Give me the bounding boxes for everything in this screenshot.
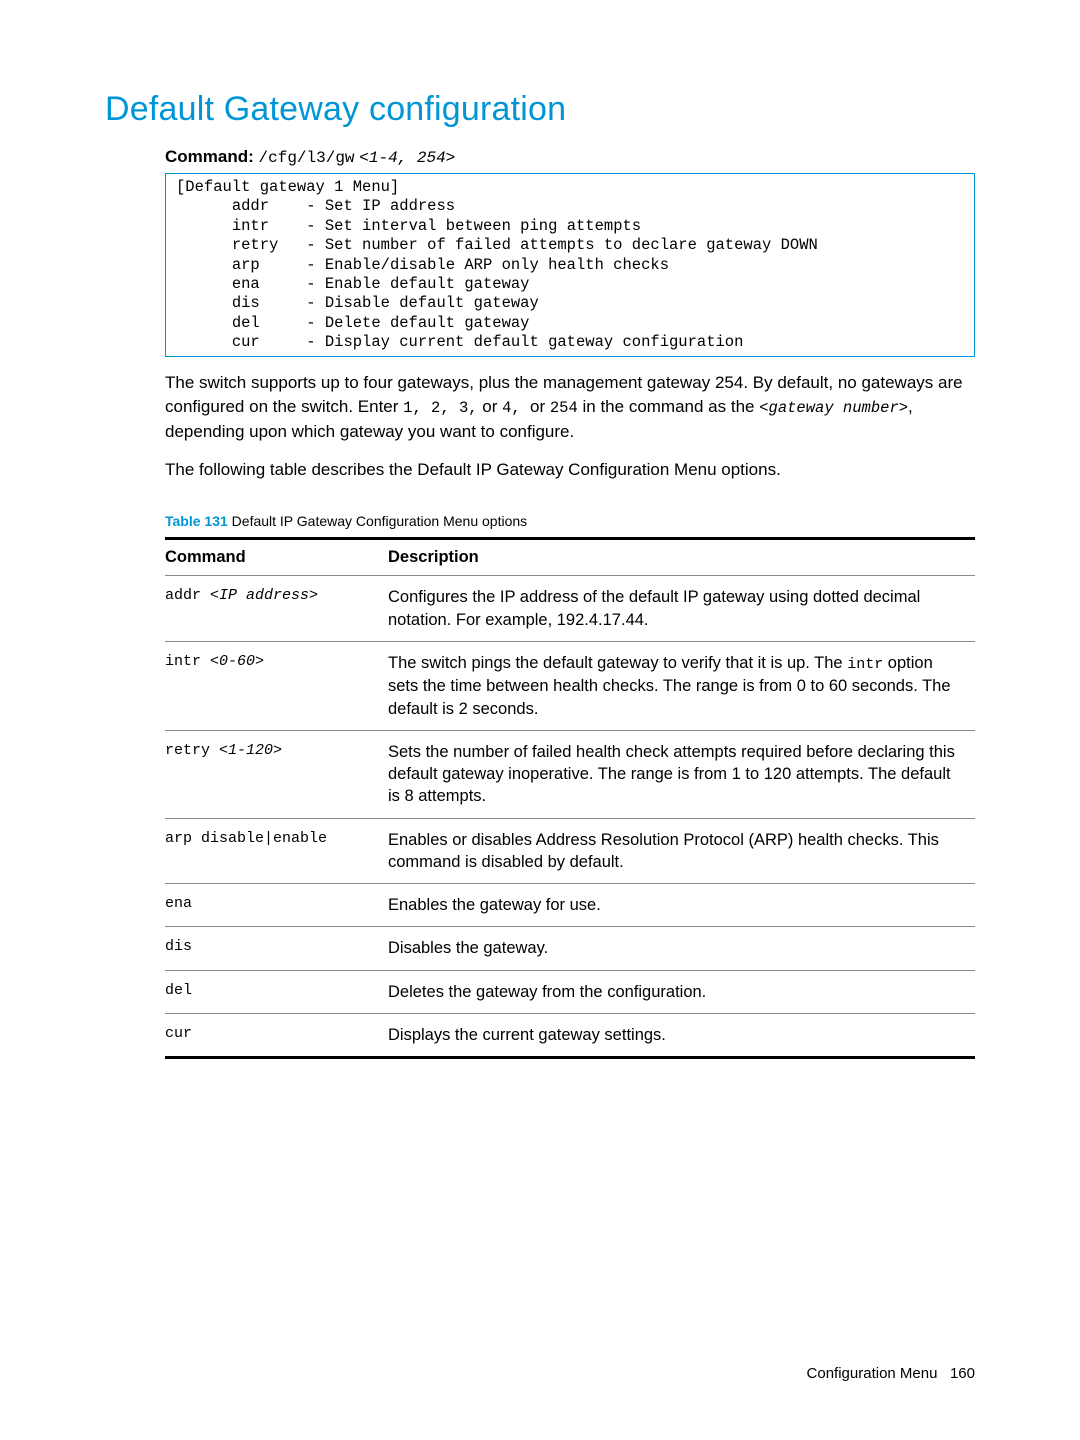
table-row: intr <0-60> The switch pings the default… [165,641,975,730]
cmd-cell: dis [165,927,388,970]
table-row: dis Disables the gateway. [165,927,975,970]
cmd-pre: arp disable|enable [165,830,327,847]
desc-cell: The switch pings the default gateway to … [388,641,975,730]
p1-m3: 254 [550,399,578,417]
menu-key: intr [232,217,269,235]
desc-cell: Disables the gateway. [388,927,975,970]
cmd-pre: dis [165,938,192,955]
menu-key: retry [232,236,279,254]
menu-desc: - Set interval between ping attempts [306,217,641,235]
menu-desc: - Set IP address [306,197,455,215]
menu-key: dis [232,294,260,312]
th-command: Command [165,539,388,576]
desc-cell: Sets the number of failed health check a… [388,730,975,818]
footer-section: Configuration Menu [807,1365,938,1382]
menu-desc: - Enable/disable ARP only health checks [306,256,669,274]
table-caption-text: Default IP Gateway Configuration Menu op… [228,513,527,529]
cmd-arg: <1-120> [219,742,282,759]
table-row: del Deletes the gateway from the configu… [165,970,975,1013]
menu-key: del [232,314,260,332]
cmd-cell: addr <IP address> [165,576,388,642]
cmd-pre: addr [165,587,210,604]
table-row: addr <IP address> Configures the IP addr… [165,576,975,642]
cmd-pre: ena [165,895,192,912]
table-row: cur Displays the current gateway setting… [165,1013,975,1057]
cmd-arg: <IP address> [210,587,318,604]
menu-header: [Default gateway 1 Menu] [176,178,399,196]
p1b: in the command as the [578,397,759,416]
desc-cell: Enables the gateway for use. [388,884,975,927]
command-label: Command: [165,147,254,166]
command-args: <1-4, 254> [359,149,455,167]
desc-cell: Deletes the gateway from the configurati… [388,970,975,1013]
desc-pre: The switch pings the default gateway to … [388,654,847,672]
intro-paragraph: The switch supports up to four gateways,… [165,371,975,443]
th-description: Description [388,539,975,576]
table-number: Table 131 [165,513,228,529]
menu-desc: - Delete default gateway [306,314,529,332]
command-path: /cfg/l3/gw [259,149,355,167]
table-row: retry <1-120> Sets the number of failed … [165,730,975,818]
footer-page-number: 160 [950,1365,975,1382]
page-footer: Configuration Menu 160 [807,1365,975,1382]
table-row: ena Enables the gateway for use. [165,884,975,927]
p1-m2: 4, [502,399,530,417]
table-intro: The following table describes the Defaul… [165,458,975,482]
cmd-pre: intr [165,653,210,670]
menu-key: ena [232,275,260,293]
desc-cell: Configures the IP address of the default… [388,576,975,642]
cmd-cell: retry <1-120> [165,730,388,818]
cmd-cell: intr <0-60> [165,641,388,730]
cmd-arg: <0-60> [210,653,264,670]
desc-mono: intr [847,656,883,673]
command-line: Command: /cfg/l3/gw <1-4, 254> [165,147,975,167]
menu-key: addr [232,197,269,215]
cmd-pre: del [165,982,192,999]
menu-key: cur [232,333,260,351]
desc-cell: Enables or disables Address Resolution P… [388,818,975,884]
menu-desc: - Display current default gateway config… [306,333,743,351]
page-title: Default Gateway configuration [105,90,975,129]
desc-cell: Displays the current gateway settings. [388,1013,975,1057]
menu-key: arp [232,256,260,274]
table-header-row: Command Description [165,539,975,576]
p1-gw: <gateway number> [759,399,908,417]
cmd-pre: retry [165,742,219,759]
p1-mid1: or [478,397,503,416]
cmd-cell: del [165,970,388,1013]
menu-box: [Default gateway 1 Menu] addr - Set IP a… [165,173,975,357]
options-table: Command Description addr <IP address> Co… [165,537,975,1059]
cmd-cell: ena [165,884,388,927]
page: Default Gateway configuration Command: /… [0,0,1080,1440]
cmd-pre: cur [165,1025,192,1042]
p1-mid2: or [530,397,550,416]
table-row: arp disable|enable Enables or disables A… [165,818,975,884]
menu-desc: - Disable default gateway [306,294,539,312]
menu-desc: - Enable default gateway [306,275,529,293]
menu-desc: - Set number of failed attempts to decla… [306,236,818,254]
table-caption: Table 131 Default IP Gateway Configurati… [165,513,975,529]
cmd-cell: cur [165,1013,388,1057]
cmd-cell: arp disable|enable [165,818,388,884]
p1-m1: 1, 2, 3, [403,399,477,417]
